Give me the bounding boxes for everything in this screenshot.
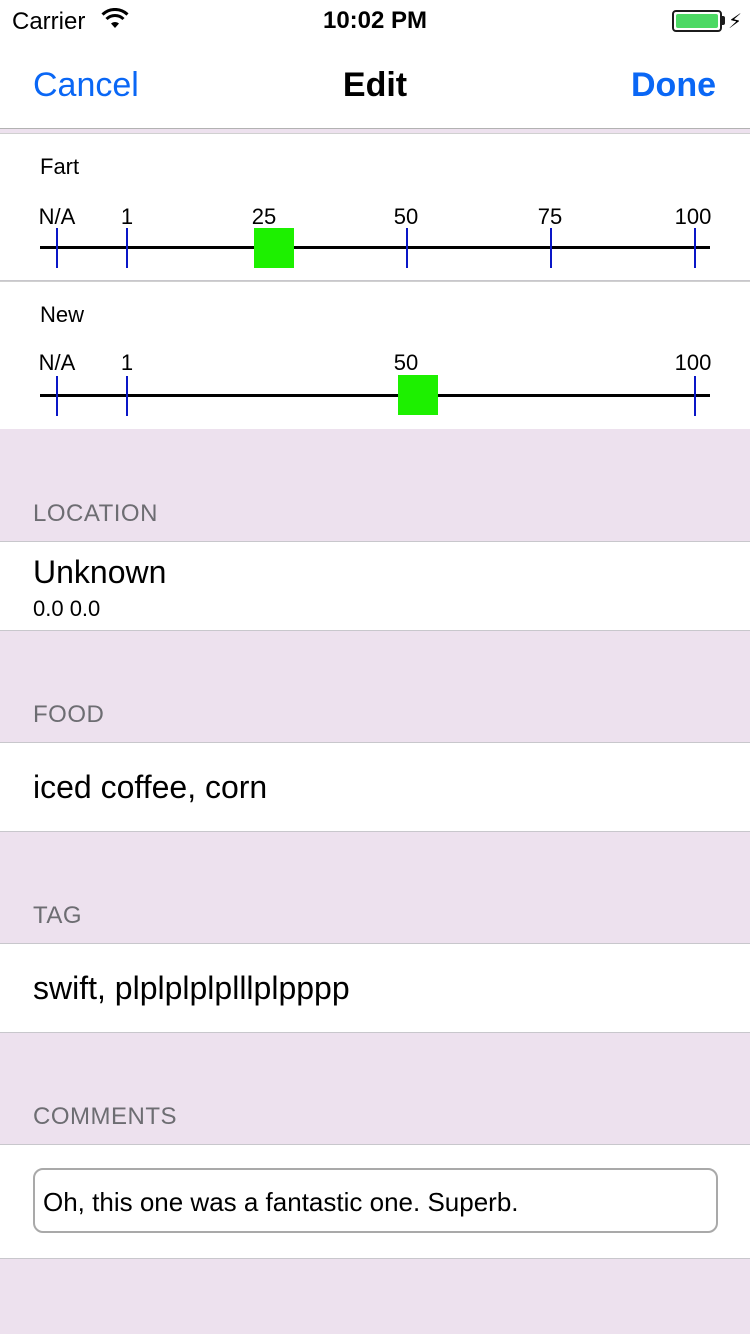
food-value: iced coffee, corn bbox=[33, 769, 268, 805]
tick-mark bbox=[406, 228, 408, 268]
location-coords: 0.0 0.0 bbox=[33, 596, 101, 621]
comments-text-field[interactable]: Oh, this one was a fantastic one. Superb… bbox=[33, 1168, 718, 1233]
tick-label: N/A bbox=[38, 350, 76, 375]
slider-cell-fart: Fart N/A 1 25 50 75 100 bbox=[0, 133, 750, 281]
food-cell[interactable]: iced coffee, corn bbox=[0, 742, 750, 832]
done-button[interactable]: Done bbox=[631, 66, 716, 105]
tick-mark bbox=[56, 376, 58, 416]
tick-mark bbox=[550, 228, 552, 268]
tick-label: 1 bbox=[120, 204, 134, 229]
slider-track[interactable] bbox=[40, 394, 710, 397]
slider-label: Fart bbox=[40, 154, 80, 179]
tick-mark bbox=[56, 228, 58, 268]
tick-mark bbox=[694, 376, 696, 416]
tick-label: 100 bbox=[674, 350, 712, 375]
tick-label: N/A bbox=[38, 204, 76, 229]
tick-label: 50 bbox=[393, 350, 419, 375]
charging-bolt-icon: ⚡ bbox=[728, 11, 743, 33]
location-cell[interactable]: Unknown 0.0 0.0 bbox=[0, 541, 750, 631]
tag-cell[interactable]: swift, plplplplplllplpppp bbox=[0, 943, 750, 1033]
slider-cell-new: New N/A 1 50 100 bbox=[0, 281, 750, 429]
tick-mark bbox=[126, 228, 128, 268]
tag-value: swift, plplplplplllplpppp bbox=[33, 970, 350, 1006]
slider-track[interactable] bbox=[40, 246, 710, 249]
navigation-bar: Cancel Edit Done bbox=[0, 40, 750, 129]
section-header-comments: COMMENTS bbox=[33, 1103, 177, 1130]
tick-label: 25 bbox=[251, 204, 277, 229]
clock: 10:02 PM bbox=[322, 7, 428, 34]
battery-icon bbox=[672, 10, 722, 32]
tick-label: 100 bbox=[674, 204, 712, 229]
section-header-tag: TAG bbox=[33, 902, 83, 929]
slider-thumb[interactable] bbox=[254, 228, 294, 268]
tick-mark bbox=[694, 228, 696, 268]
section-header-location: LOCATION bbox=[33, 500, 158, 527]
location-name: Unknown bbox=[33, 554, 167, 590]
slider-label: New bbox=[40, 302, 85, 327]
tick-mark bbox=[126, 376, 128, 416]
slider-thumb[interactable] bbox=[398, 375, 438, 415]
section-header-food: FOOD bbox=[33, 701, 105, 728]
tick-label: 1 bbox=[120, 350, 134, 375]
tick-label: 50 bbox=[393, 204, 419, 229]
tick-label: 75 bbox=[537, 204, 563, 229]
battery-nub bbox=[722, 16, 725, 25]
